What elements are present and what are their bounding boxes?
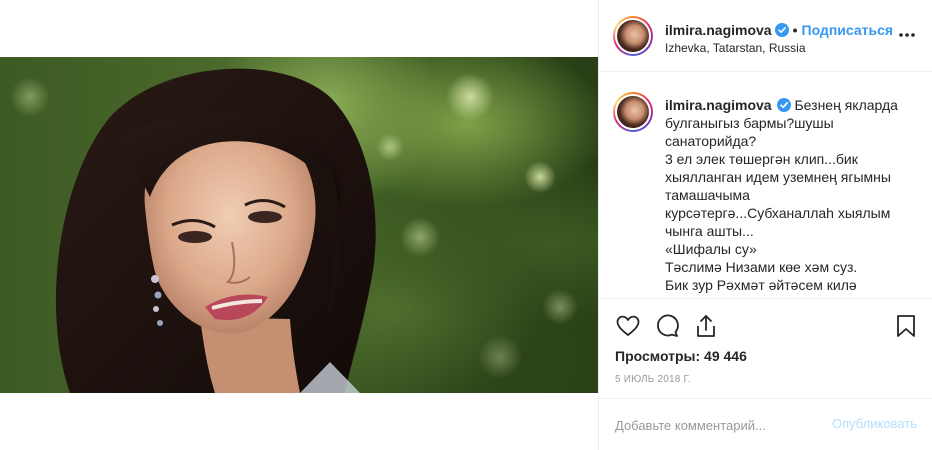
comment-button[interactable] bbox=[654, 313, 680, 339]
comment-input[interactable] bbox=[615, 413, 825, 437]
heart-icon bbox=[616, 315, 640, 336]
instagram-post-view: ilmira.nagimova • Подписаться Izhevka, Tat… bbox=[0, 0, 932, 450]
caption-line: Бик зур Рәхмәт әйтәсем килә bbox=[665, 277, 857, 293]
save-button[interactable] bbox=[893, 313, 919, 339]
caption-line: булганыгыз бармы?шушы bbox=[665, 115, 834, 131]
post-header: ilmira.nagimova • Подписаться Izhevka, Tat… bbox=[599, 0, 932, 72]
caption-username[interactable]: ilmira.nagimova bbox=[665, 97, 772, 113]
caption-line: санаторийда? bbox=[665, 133, 757, 149]
caption-line: «Шифалы су» bbox=[665, 241, 757, 257]
caption-line: хыялланган идем уземнең ягымны bbox=[665, 169, 891, 185]
view-count[interactable]: Просмотры: 49 446 bbox=[615, 348, 747, 364]
avatar[interactable] bbox=[613, 16, 653, 56]
caption-line: курсәтергә...Субханаллаh хыялым bbox=[665, 205, 891, 221]
bookmark-icon bbox=[897, 315, 915, 337]
verified-badge-icon bbox=[774, 23, 789, 37]
more-options-icon[interactable] bbox=[897, 27, 917, 43]
share-button[interactable] bbox=[693, 313, 719, 339]
post-video[interactable] bbox=[0, 57, 598, 393]
comment-icon bbox=[657, 314, 679, 337]
comment-form: Опубликовать bbox=[599, 398, 932, 450]
like-button[interactable] bbox=[615, 313, 641, 339]
caption-line: тамашачыма bbox=[665, 187, 750, 203]
caption-line: 3 ел элек төшергән клип...бик bbox=[665, 151, 858, 167]
video-frame-illustration bbox=[10, 68, 578, 393]
caption-line: Безнең якларда bbox=[794, 97, 898, 113]
post-date[interactable]: 5 июль 2018 г. bbox=[615, 374, 691, 385]
caption-avatar[interactable] bbox=[613, 92, 653, 132]
caption-line: чынга ашты... bbox=[665, 223, 754, 239]
publish-button[interactable]: Опубликовать bbox=[832, 416, 917, 431]
comments-area: ilmira.nagimova Безнең якларда булганыгы… bbox=[599, 73, 932, 298]
caption-line: Тәслимә Низами көе хәм суз. bbox=[665, 259, 858, 275]
media-area bbox=[0, 0, 598, 450]
post-side-panel: ilmira.nagimova • Подписаться Izhevka, Tat… bbox=[598, 0, 932, 450]
post-actions: Просмотры: 49 446 5 июль 2018 г. bbox=[599, 298, 932, 410]
location-link[interactable]: Izhevka, Tatarstan, Russia bbox=[665, 41, 806, 55]
caption: ilmira.nagimova Безнең якларда булганыгы… bbox=[665, 96, 915, 294]
username-link[interactable]: ilmira.nagimova bbox=[665, 22, 772, 38]
header-user-line: ilmira.nagimova • Подписаться bbox=[665, 22, 893, 38]
follow-button[interactable]: Подписаться bbox=[802, 22, 894, 38]
share-icon bbox=[697, 315, 715, 337]
verified-badge-icon bbox=[776, 98, 791, 112]
separator-dot: • bbox=[792, 22, 798, 38]
